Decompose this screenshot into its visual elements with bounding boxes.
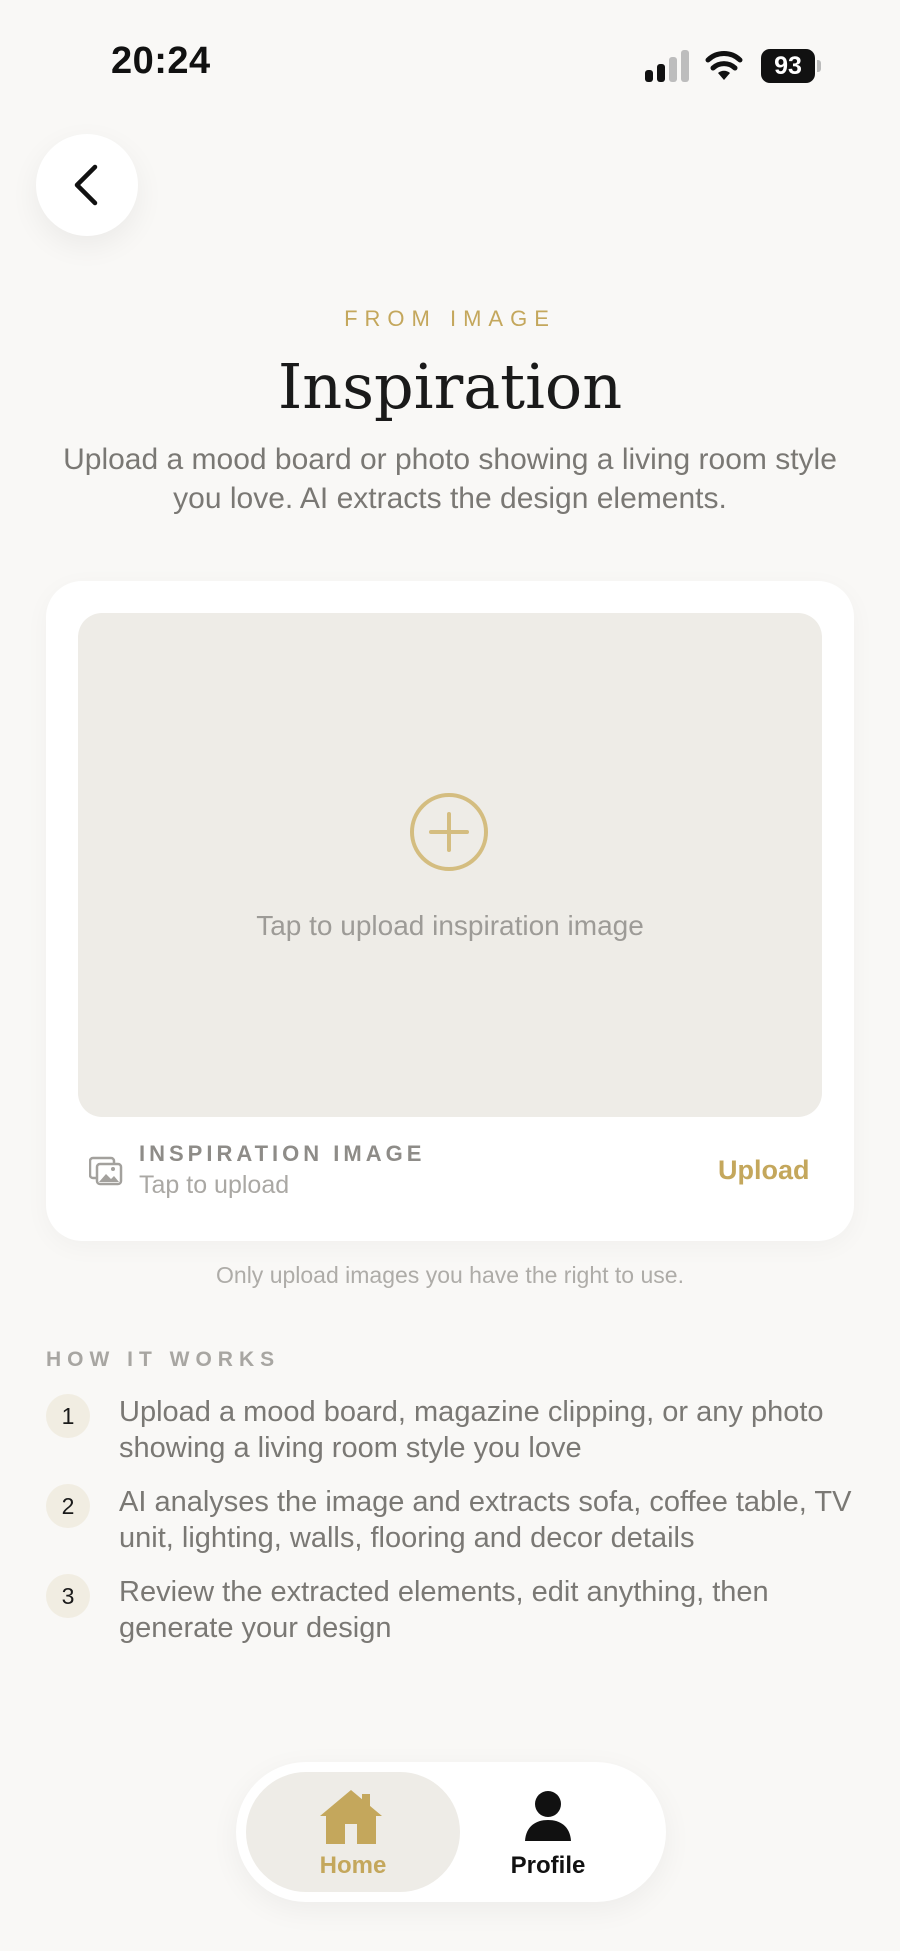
tab-home-label: Home: [319, 1852, 387, 1879]
step-text: Upload a mood board, magazine clipping, …: [119, 1396, 824, 1464]
step-text: AI analyses the image and extracts sofa,…: [119, 1486, 852, 1554]
status-time: 20:24: [111, 40, 211, 82]
wifi-icon: [705, 51, 743, 80]
chevron-left-icon: [74, 164, 98, 206]
battery-level: 93: [761, 49, 815, 83]
page-subtitle: Upload a mood board or photo showing a l…: [63, 443, 837, 515]
how-it-works-heading: HOW IT WORKS: [46, 1348, 281, 1371]
upload-button[interactable]: Upload: [718, 1155, 810, 1186]
page-title: Inspiration: [277, 350, 623, 423]
back-button[interactable]: [36, 134, 138, 236]
home-icon: [320, 1790, 382, 1844]
step-number: 1: [46, 1394, 90, 1438]
dropzone-label: Tap to upload inspiration image: [256, 910, 644, 941]
step-text: Review the extracted elements, edit anyt…: [119, 1576, 769, 1644]
tab-profile[interactable]: Profile: [498, 1852, 598, 1880]
plus-circle-icon: [410, 793, 488, 871]
image-stack-icon: [89, 1156, 123, 1186]
eyebrow-label: FROM IMAGE: [344, 306, 556, 331]
rights-note: Only upload images you have the right to…: [216, 1262, 684, 1288]
inspiration-image-label: INSPIRATION IMAGE: [139, 1141, 426, 1166]
inspiration-image-hint: Tap to upload: [139, 1171, 290, 1199]
person-icon[interactable]: [524, 1790, 572, 1842]
step-number: 2: [46, 1484, 90, 1528]
step-number: 3: [46, 1574, 90, 1618]
cellular-signal-icon: [645, 50, 691, 82]
battery-icon: 93: [761, 49, 821, 83]
